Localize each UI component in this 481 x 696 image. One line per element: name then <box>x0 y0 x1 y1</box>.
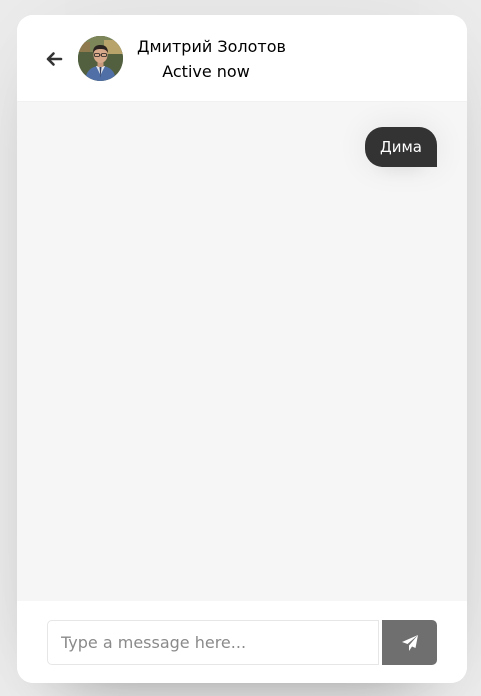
message-composer <box>17 601 467 683</box>
message-input[interactable] <box>47 620 379 665</box>
outgoing-message: Дима <box>365 127 437 167</box>
avatar <box>78 36 123 81</box>
chat-window: Дмитрий Золотов Active now Дима <box>17 15 467 683</box>
contact-name: Дмитрий Золотов <box>137 37 286 56</box>
back-arrow-icon[interactable] <box>44 49 64 69</box>
chat-header: Дмитрий Золотов Active now <box>17 15 467 102</box>
message-list[interactable]: Дима <box>17 102 467 601</box>
paper-plane-icon <box>382 634 437 652</box>
contact-status: Active now <box>162 62 250 81</box>
send-button[interactable] <box>382 620 437 665</box>
